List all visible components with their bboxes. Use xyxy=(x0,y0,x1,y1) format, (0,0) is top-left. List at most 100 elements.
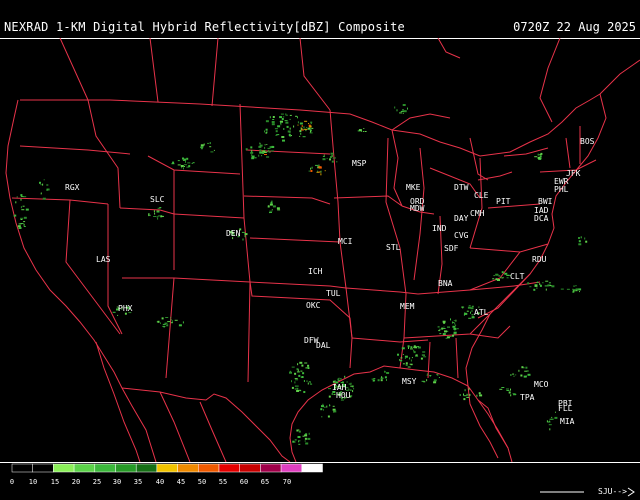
radar-echo-pixel xyxy=(549,285,552,287)
radar-echo-pixel xyxy=(178,324,182,327)
radar-echo-pixel xyxy=(410,348,413,350)
radar-echo-pixel xyxy=(537,156,541,159)
radar-echo-pixel xyxy=(321,405,324,408)
legend-tick-labels: 0 10 15 20 25 30 35 40 45 50 55 60 65 70 xyxy=(10,478,291,486)
radar-echo-pixel xyxy=(497,274,499,275)
radar-echo-pixel xyxy=(580,236,582,239)
radar-echo-pixel xyxy=(285,114,288,116)
radar-echo-pixel xyxy=(18,223,22,225)
radar-echo-pixel xyxy=(399,360,403,362)
legend-swatch xyxy=(73,463,96,473)
legend-swatch xyxy=(239,463,261,473)
radar-echo-pixel xyxy=(166,324,169,327)
radar-echo-pixel xyxy=(437,326,440,328)
legend-tick-label: 20 xyxy=(72,478,80,486)
map-background xyxy=(0,38,640,462)
radar-echo-pixel xyxy=(466,396,470,398)
radar-echo-pixel xyxy=(506,388,509,390)
radar-echo-pixel xyxy=(450,318,451,321)
radar-echo-pixel xyxy=(294,372,297,375)
radar-echo-pixel xyxy=(261,155,263,157)
radar-echo-pixel xyxy=(510,394,512,397)
radar-echo-pixel xyxy=(337,378,339,381)
radar-echo-pixel xyxy=(438,328,441,330)
radar-echo-pixel xyxy=(386,379,387,381)
legend-swatch xyxy=(11,463,33,473)
radar-echo-pixel xyxy=(322,403,324,405)
legend-tick-label: 0 xyxy=(10,478,14,486)
station-label-msp: MSP xyxy=(352,159,367,168)
radar-echo-pixel xyxy=(311,127,314,129)
radar-echo-pixel xyxy=(300,132,302,135)
radar-echo-pixel xyxy=(117,314,119,316)
radar-echo-pixel xyxy=(272,116,275,118)
radar-echo-pixel xyxy=(504,272,508,275)
legend-swatch xyxy=(198,463,220,473)
radar-echo-pixel xyxy=(200,144,204,147)
radar-echo-pixel xyxy=(415,355,419,357)
station-label-mdw: MDW xyxy=(410,204,425,213)
radar-echo-pixel xyxy=(277,125,281,128)
radar-echo-pixel xyxy=(282,139,285,142)
radar-echo-pixel xyxy=(526,375,527,377)
radar-echo-pixel xyxy=(338,377,340,379)
radar-echo-pixel xyxy=(164,322,168,324)
legend-tick-label: 30 xyxy=(113,478,121,486)
radar-echo-pixel xyxy=(364,131,367,132)
radar-echo-pixel xyxy=(192,162,195,164)
radar-echo-pixel xyxy=(326,405,328,408)
radar-echo-pixel xyxy=(548,282,551,284)
radar-echo-pixel xyxy=(479,394,483,397)
radar-echo-pixel xyxy=(298,443,301,445)
radar-echo-pixel xyxy=(162,325,166,327)
radar-echo-pixel xyxy=(363,128,365,129)
radar-echo-pixel xyxy=(157,217,159,220)
legend-tick-label: 70 xyxy=(283,478,291,486)
radar-echo-pixel xyxy=(492,278,495,280)
radar-echo-pixel xyxy=(318,166,322,169)
radar-echo-pixel xyxy=(358,129,362,132)
radar-echo-pixel xyxy=(299,135,301,137)
radar-echo-pixel xyxy=(291,380,292,383)
radar-echo-pixel xyxy=(513,375,515,377)
radar-echo-pixel xyxy=(20,206,22,209)
radar-echo-pixel xyxy=(23,221,26,223)
station-label-dtw: DTW xyxy=(454,183,469,192)
radar-echo-pixel xyxy=(442,328,446,329)
radar-echo-pixel xyxy=(259,149,262,152)
radar-echo-pixel xyxy=(251,149,253,152)
legend-tick-label: 50 xyxy=(198,478,206,486)
radar-echo-pixel xyxy=(545,288,547,291)
radar-echo-pixel xyxy=(346,381,348,383)
station-label-tpa: TPA xyxy=(520,393,535,402)
radar-echo-pixel xyxy=(439,333,442,335)
radar-echo-pixel xyxy=(515,374,517,376)
reflectivity-legend: 0 10 15 20 25 30 35 40 45 50 55 60 65 70 SJU--> xyxy=(0,462,640,500)
radar-echo-pixel xyxy=(295,385,299,387)
radar-echo-pixel xyxy=(268,150,270,153)
radar-echo-pixel xyxy=(310,383,313,385)
radar-echo-pixel xyxy=(352,385,354,387)
radar-echo-pixel xyxy=(521,366,524,369)
radar-echo-pixel xyxy=(287,130,291,133)
radar-echo-pixel xyxy=(466,310,469,312)
radar-echo-pixel xyxy=(452,334,454,337)
radar-echo-pixel xyxy=(308,368,310,369)
station-label-rgx: RGX xyxy=(65,183,80,192)
radar-echo-pixel xyxy=(259,143,261,145)
radar-echo-pixel xyxy=(327,415,330,418)
radar-echo-pixel xyxy=(404,355,408,358)
radar-echo-pixel xyxy=(334,157,336,159)
radar-echo-pixel xyxy=(459,394,461,396)
radar-echo-pixel xyxy=(334,380,336,382)
radar-echo-pixel xyxy=(498,275,501,277)
radar-echo-pixel xyxy=(289,127,291,130)
radar-echo-pixel xyxy=(258,145,262,148)
station-label-las: LAS xyxy=(96,255,111,264)
radar-echo-pixel xyxy=(456,328,459,330)
radar-echo-pixel xyxy=(527,373,531,376)
station-label-mia: MIA xyxy=(560,417,575,426)
radar-echo-pixel xyxy=(165,317,169,318)
radar-echo-pixel xyxy=(340,378,342,380)
radar-echo-pixel xyxy=(384,370,386,373)
